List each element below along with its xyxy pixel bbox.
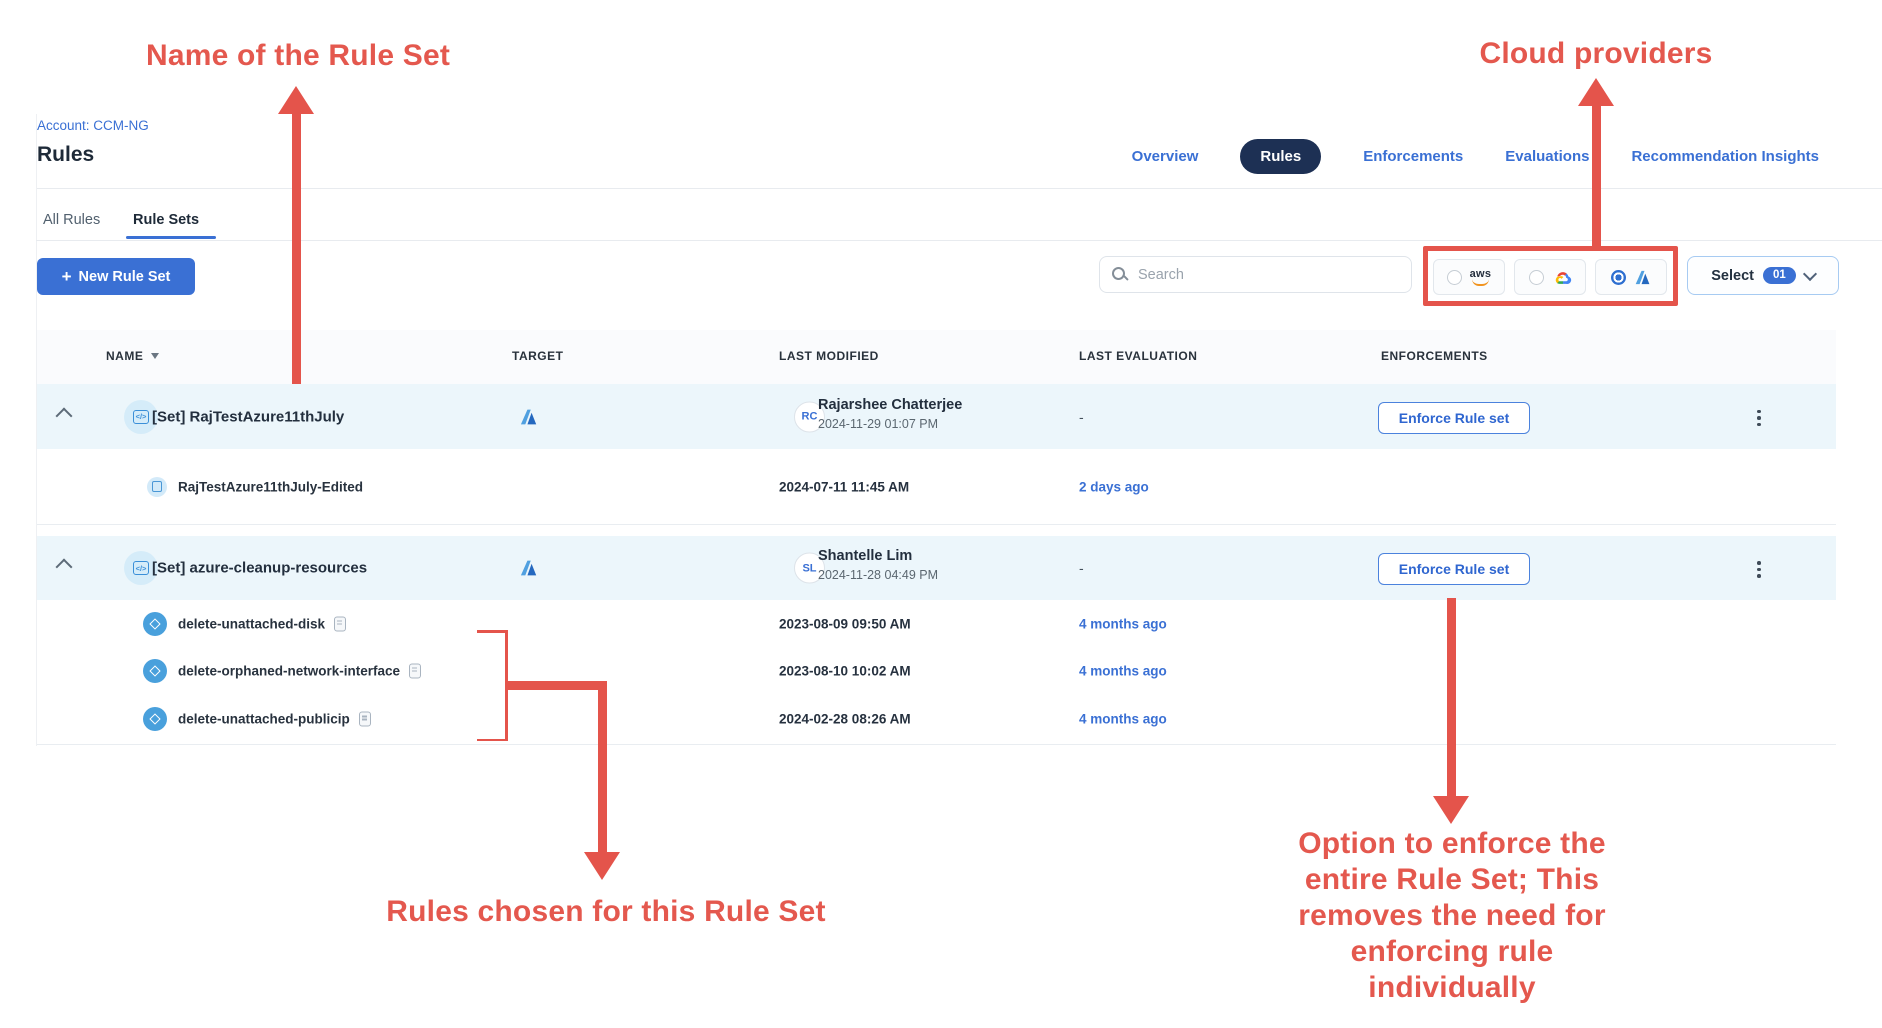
last-evaluation-value: - [1079, 560, 1084, 576]
modified-date: 2024-11-28 04:49 PM [818, 568, 938, 582]
page-title: Rules [37, 143, 94, 167]
active-tab-underline [126, 236, 216, 239]
rule-name: delete-unattached-publicip [178, 712, 371, 727]
new-rule-set-label: New Rule Set [79, 269, 171, 285]
azure-target-icon [519, 407, 538, 426]
tabs-divider [36, 240, 1882, 241]
annotation-bracket-tick [477, 739, 507, 742]
nav-evaluations[interactable]: Evaluations [1505, 148, 1589, 165]
col-last-modified: LAST MODIFIED [779, 349, 879, 363]
rule-set-row[interactable]: </> [Set] RajTestAzure11thJuly RC Rajars… [37, 384, 1836, 450]
annotation-elbow-horizontal [506, 681, 607, 690]
annotation-providers-box [1423, 246, 1678, 306]
rule-row[interactable]: RajTestAzure11thJuly-Edited 2024-07-11 1… [37, 449, 1836, 525]
new-rule-set-button[interactable]: + New Rule Set [37, 258, 195, 295]
annotation-arrow-line [292, 110, 301, 384]
page: Account: CCM-NG Rules Overview Rules Enf… [0, 0, 1882, 1028]
rule-last-evaluation-link[interactable]: 2 days ago [1079, 479, 1149, 494]
rule-modified-date: 2023-08-09 09:50 AM [779, 616, 911, 631]
annotation-bracket-tick [477, 630, 507, 633]
modified-by: Shantelle Lim [818, 548, 912, 564]
rule-yaml-icon[interactable] [334, 616, 346, 631]
annotation-arrowhead-down [1433, 796, 1469, 824]
annotation-arrowhead-up [1578, 78, 1614, 106]
search-box[interactable] [1099, 256, 1412, 293]
select-label: Select [1711, 268, 1754, 284]
table-header: NAME TARGET LAST MODIFIED LAST EVALUATIO… [37, 330, 1836, 384]
rule-set-name[interactable]: [Set] azure-cleanup-resources [152, 560, 367, 577]
header-divider [36, 188, 1882, 189]
rule-set-name[interactable]: [Set] RajTestAzure11thJuly [152, 408, 344, 425]
enforce-rule-set-button[interactable]: Enforce Rule set [1378, 553, 1530, 585]
rule-modified-date: 2023-08-10 10:02 AM [779, 663, 911, 678]
modified-date: 2024-11-29 01:07 PM [818, 417, 938, 431]
rule-icon [143, 707, 167, 731]
annotation-elbow-vertical [598, 681, 607, 854]
annotation-enforce-note: Option to enforce the entire Rule Set; T… [1278, 826, 1626, 1006]
annotation-cloud-providers: Cloud providers [1461, 36, 1731, 72]
rule-set-row[interactable]: </> [Set] azure-cleanup-resources SL Sha… [37, 536, 1836, 601]
annotation-arrow-line [1447, 598, 1456, 798]
nav-rules-active[interactable]: Rules [1240, 139, 1321, 174]
rule-row[interactable]: delete-unattached-disk 2023-08-09 09:50 … [37, 600, 1836, 647]
col-last-evaluation: LAST EVALUATION [1079, 349, 1197, 363]
select-count-badge: 01 [1763, 267, 1796, 285]
nav-recommendation-insights[interactable]: Recommendation Insights [1631, 148, 1819, 165]
col-target: TARGET [512, 349, 563, 363]
rule-icon [143, 659, 167, 683]
annotation-arrow-line [1592, 102, 1601, 246]
account-breadcrumb[interactable]: Account: CCM-NG [37, 118, 149, 133]
rule-yaml-icon[interactable] [409, 663, 421, 678]
rule-modified-date: 2024-07-11 11:45 AM [779, 479, 909, 494]
rule-row[interactable]: delete-unattached-publicip 2024-02-28 08… [37, 694, 1836, 745]
rule-name: delete-orphaned-network-interface [178, 663, 421, 678]
annotation-rules-chosen: Rules chosen for this Rule Set [366, 894, 846, 930]
sort-icon [151, 353, 159, 359]
annotation-arrowhead-down [584, 852, 620, 880]
nav-enforcements[interactable]: Enforcements [1363, 148, 1463, 165]
plus-icon: + [62, 268, 72, 285]
collapse-chevron-icon[interactable] [56, 559, 73, 576]
rule-row[interactable]: delete-orphaned-network-interface 2023-0… [37, 647, 1836, 694]
tab-rule-sets[interactable]: Rule Sets [133, 204, 199, 236]
azure-target-icon [519, 559, 538, 578]
rule-last-evaluation-link[interactable]: 4 months ago [1079, 663, 1167, 678]
collapse-chevron-icon[interactable] [56, 407, 73, 424]
enforce-rule-set-button[interactable]: Enforce Rule set [1378, 402, 1530, 434]
kebab-menu-icon[interactable] [1749, 561, 1769, 578]
search-icon [1112, 267, 1127, 282]
annotation-arrowhead-up [278, 86, 314, 114]
top-nav: Overview Rules Enforcements Evaluations … [1132, 136, 1819, 176]
modified-by: Rajarshee Chatterjee [818, 397, 962, 413]
select-dropdown[interactable]: Select 01 [1687, 256, 1839, 295]
col-enforcements: ENFORCEMENTS [1381, 349, 1488, 363]
rule-yaml-icon[interactable] [359, 712, 371, 727]
kebab-menu-icon[interactable] [1749, 410, 1769, 427]
nav-overview[interactable]: Overview [1132, 148, 1199, 165]
search-input[interactable] [1136, 266, 1399, 284]
annotation-name-of-rule-set: Name of the Rule Set [128, 38, 468, 74]
rule-modified-date: 2024-02-28 08:26 AM [779, 712, 911, 727]
rule-last-evaluation-link[interactable]: 4 months ago [1079, 712, 1167, 727]
last-evaluation-value: - [1079, 409, 1084, 425]
chevron-down-icon [1803, 266, 1817, 280]
rule-icon [143, 612, 167, 636]
rule-name: RajTestAzure11thJuly-Edited [178, 479, 363, 494]
rule-icon [147, 477, 167, 497]
rule-name: delete-unattached-disk [178, 616, 346, 631]
rule-last-evaluation-link[interactable]: 4 months ago [1079, 616, 1167, 631]
tab-all-rules[interactable]: All Rules [43, 204, 100, 236]
col-name[interactable]: NAME [106, 349, 159, 363]
